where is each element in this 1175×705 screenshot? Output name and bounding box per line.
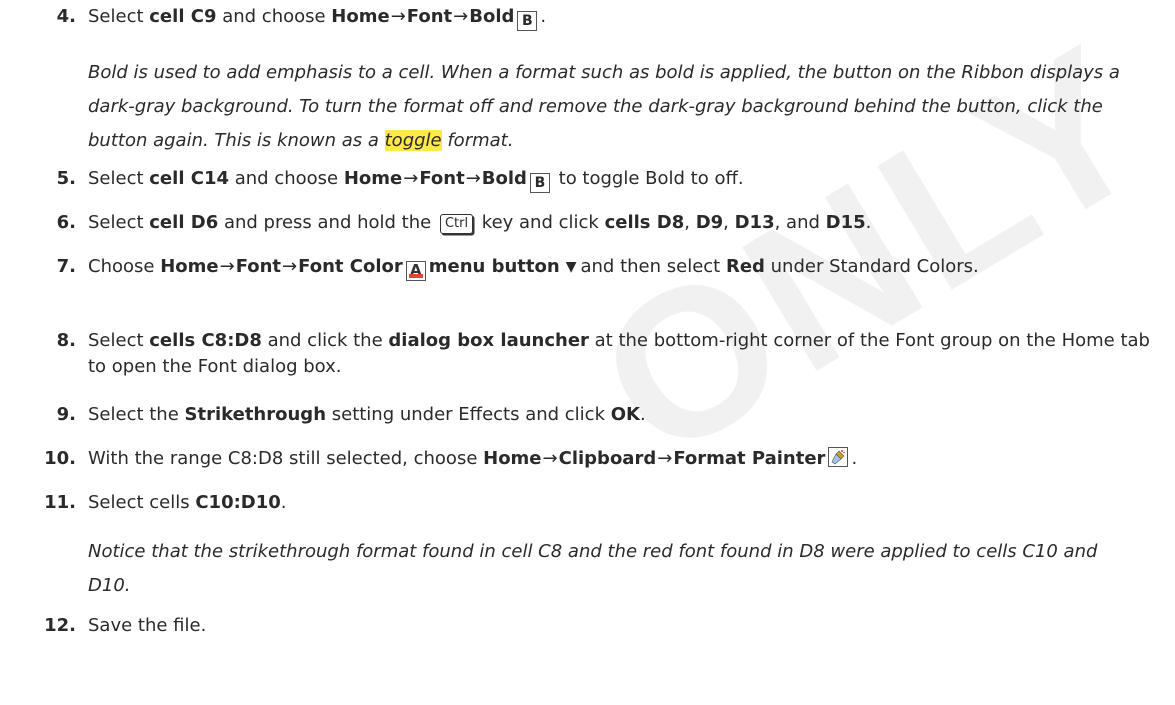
bold-button-icon: B [529, 173, 550, 193]
step-4: 4. Select cell C9 and choose Home→Font→B… [57, 4, 1168, 31]
text: and then select [580, 256, 726, 277]
arrow-icon: → [657, 448, 673, 469]
arrow-icon: → [403, 168, 419, 189]
arrow-icon: → [542, 448, 558, 469]
text: Select the [88, 404, 185, 425]
arrow-icon: → [390, 6, 406, 27]
menu-path-bold: Bold [469, 6, 515, 27]
note-text: format. [441, 130, 514, 151]
step-number: 11. [44, 492, 76, 513]
menu-path-bold: Bold [481, 168, 527, 189]
step-number: 12. [44, 615, 76, 636]
menu-path-home: Home [343, 168, 403, 189]
text: and click the [261, 330, 389, 351]
step-number: 7. [56, 256, 76, 277]
menu-path-home: Home [331, 6, 390, 27]
menu-path-format-painter: Format Painter [673, 448, 826, 469]
cell-ref: cell C14 [149, 168, 230, 189]
note-format-painter-result: Notice that the strikethrough format fou… [88, 541, 1098, 596]
text: . [851, 448, 858, 469]
step-9: 9. Select the Strikethrough setting unde… [57, 402, 1168, 428]
menu-button-label: menu button [428, 256, 560, 277]
menu-path-font-color: Font Color [298, 256, 403, 277]
setting-name: Strikethrough [184, 404, 327, 425]
highlighted-term: toggle [384, 130, 442, 151]
cell-ref: cells D8 [604, 212, 685, 233]
format-painter-icon [828, 447, 849, 467]
font-color-icon: A [405, 261, 426, 281]
text: With the range C8:D8 still selected, cho… [88, 448, 484, 469]
text: Select [88, 330, 150, 351]
cell-ref: cells C8:D8 [149, 330, 262, 351]
text: , [684, 212, 696, 233]
text: . [865, 212, 872, 233]
menu-path-font: Font [406, 6, 453, 27]
arrow-icon: → [219, 256, 235, 277]
text: , and [774, 212, 826, 233]
text: to toggle Bold to off. [552, 168, 744, 189]
note-text: Bold is used to add emphasis to a cell. … [88, 62, 1120, 151]
menu-path-font: Font [235, 256, 282, 277]
cell-ref: cell D6 [149, 212, 219, 233]
step-6: 6. Select cell D6 and press and hold the… [57, 210, 1168, 236]
color-name: Red [725, 256, 765, 277]
arrow-icon: → [453, 6, 469, 27]
note-bold-explanation: Bold is used to add emphasis to a cell. … [88, 56, 1138, 158]
cell-ref: cell C9 [149, 6, 217, 27]
step-number: 9. [56, 404, 76, 425]
step-10: 10. With the range C8:D8 still selected,… [44, 446, 1168, 472]
text: . [540, 6, 547, 27]
cell-ref: D13 [734, 212, 775, 233]
ok-term: OK [610, 404, 640, 425]
step-number: 4. [56, 6, 76, 27]
step-12: 12. Save the file. [44, 613, 1168, 639]
text: Select [88, 212, 150, 233]
bold-button-icon: B [517, 11, 538, 31]
text: Save the file. [88, 615, 207, 636]
text: and choose [216, 6, 332, 27]
step-5: 5. Select cell C14 and choose Home→Font→… [57, 166, 1168, 193]
step-number: 6. [56, 212, 76, 233]
cell-ref: C10:D10 [195, 492, 281, 513]
text: Select cells [88, 492, 196, 513]
text: and choose [229, 168, 344, 189]
cell-ref: D9 [695, 212, 724, 233]
step-number: 8. [56, 330, 76, 351]
menu-path-home: Home [483, 448, 542, 469]
arrow-icon: → [282, 256, 298, 277]
menu-path-font: Font [419, 168, 465, 189]
text: . [280, 492, 287, 513]
dialog-launcher-term: dialog box launcher [388, 330, 589, 351]
step-8: 8. Select cells C8:D8 and click the dial… [57, 328, 1168, 380]
step-7: 7. Choose Home→Font→Font Color Amenu butt… [57, 254, 1168, 281]
text: and press and hold the [218, 212, 437, 233]
step-number: 5. [56, 168, 76, 189]
text: setting under Effects and click [326, 404, 611, 425]
text: , [723, 212, 735, 233]
arrow-icon: → [465, 168, 481, 189]
text: key and click [476, 212, 605, 233]
text: Select [88, 6, 150, 27]
dropdown-arrow-icon: ▼ [565, 259, 577, 275]
cell-ref: D15 [825, 212, 866, 233]
text: . [639, 404, 646, 425]
menu-path-clipboard: Clipboard [558, 448, 657, 469]
menu-path-home: Home [160, 256, 219, 277]
text: under Standard Colors. [764, 256, 979, 277]
step-number: 10. [44, 448, 76, 469]
ctrl-key-icon: Ctrl [439, 214, 474, 234]
step-11: 11. Select cells C10:D10. [44, 490, 1168, 516]
text: Choose [88, 256, 161, 277]
text: Select [88, 168, 150, 189]
